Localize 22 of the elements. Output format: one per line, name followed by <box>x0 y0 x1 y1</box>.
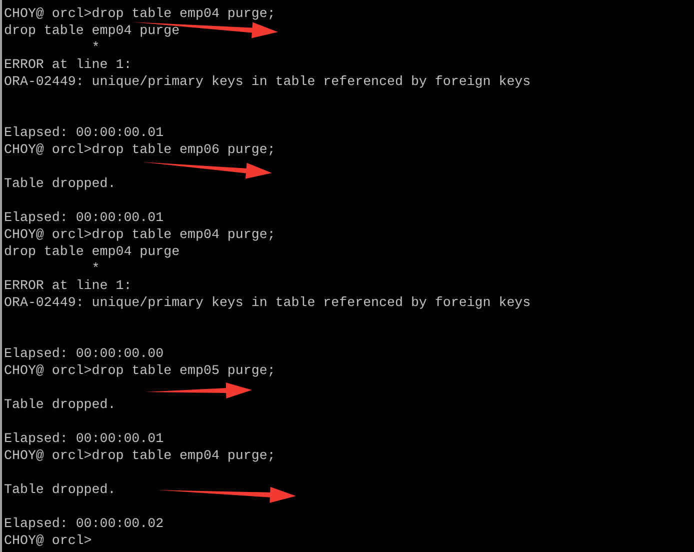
console-line: Table dropped. <box>4 176 116 191</box>
console-line: CHOY@ orcl> <box>4 533 92 548</box>
console-line: CHOY@ orcl>drop table emp06 purge; <box>4 142 276 157</box>
console-line: ORA-02449: unique/primary keys in table referenced by foreign keys <box>4 74 531 89</box>
console-line: CHOY@ orcl>drop table emp05 purge; <box>4 363 276 378</box>
console-line: CHOY@ orcl>drop table emp04 purge; <box>4 227 276 242</box>
console-line: ERROR at line 1: <box>4 278 132 293</box>
console-line: Elapsed: 00:00:00.01 <box>4 210 164 225</box>
console-line: Elapsed: 00:00:00.00 <box>4 346 164 361</box>
console-line: Elapsed: 00:00:00.01 <box>4 431 164 446</box>
console-line: Table dropped. <box>4 482 116 497</box>
console-line: Elapsed: 00:00:00.02 <box>4 516 164 531</box>
console-line: drop table emp04 purge <box>4 244 180 259</box>
console-line: Table dropped. <box>4 397 116 412</box>
console-line: * <box>90 261 100 276</box>
console-line: * <box>90 40 100 55</box>
console-line: ORA-02449: unique/primary keys in table referenced by foreign keys <box>4 295 531 310</box>
console-line: CHOY@ orcl>drop table emp04 purge; <box>4 448 276 463</box>
console-line: drop table emp04 purge <box>4 23 180 38</box>
console-line: ERROR at line 1: <box>4 57 132 72</box>
console-line: CHOY@ orcl>drop table emp04 purge; <box>4 6 276 21</box>
console-line: Elapsed: 00:00:00.01 <box>4 125 164 140</box>
